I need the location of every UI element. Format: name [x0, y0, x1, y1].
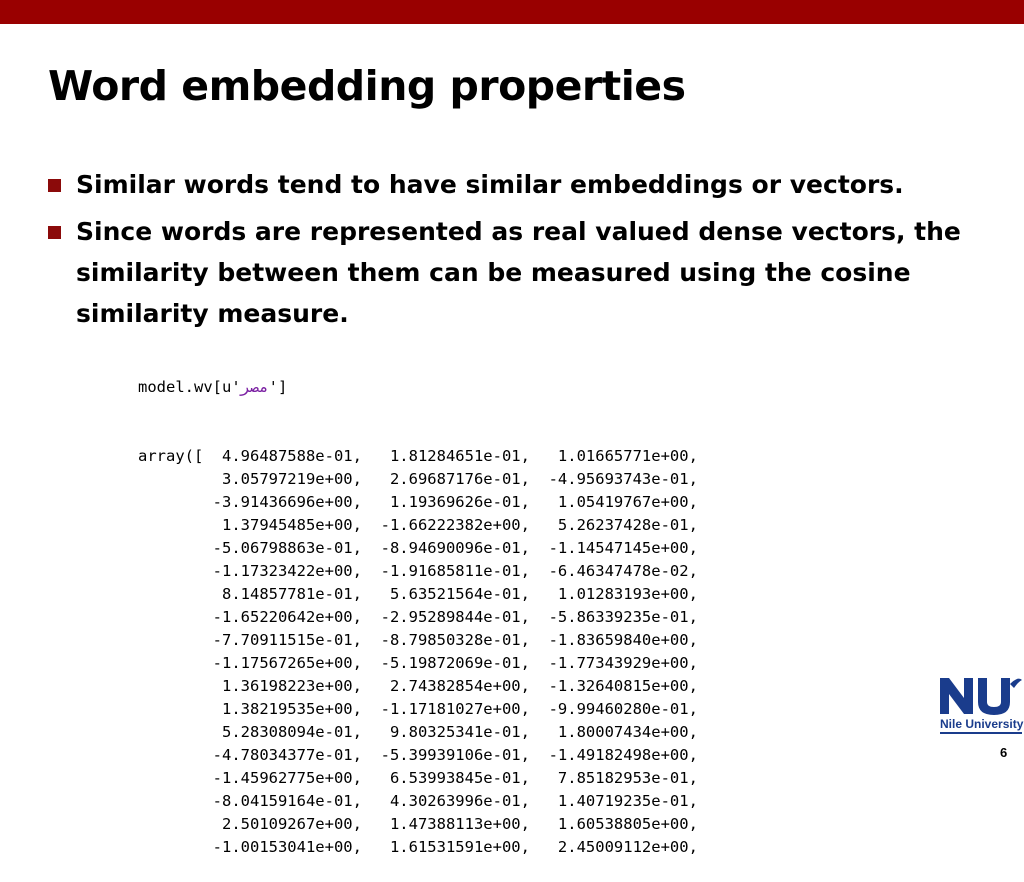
logo-underline [940, 732, 1022, 734]
array-output-line: -7.70911515e-01, -8.79850328e-01, -1.836… [138, 631, 698, 649]
array-output-line: 1.37945485e+00, -1.66222382e+00, 5.26237… [138, 516, 698, 534]
code-call-prefix: model.wv[u' [138, 378, 241, 396]
array-output-line: array([ 4.96487588e-01, 1.81284651e-01, … [138, 447, 698, 465]
array-output-line: -1.17323422e+00, -1.91685811e-01, -6.463… [138, 562, 698, 580]
logo-text: Nile University [940, 717, 1024, 731]
nile-university-logo: Nile University [938, 674, 1024, 736]
bullet-text: Similar words tend to have similar embed… [76, 170, 904, 199]
array-output-line: -1.45962775e+00, 6.53993845e-01, 7.85182… [138, 769, 698, 787]
square-bullet-icon [48, 226, 61, 239]
array-output-line: -1.17567265e+00, -5.19872069e-01, -1.773… [138, 654, 698, 672]
bullet-text: Since words are represented as real valu… [76, 217, 961, 328]
bullet-item: Since words are represented as real valu… [48, 211, 978, 334]
nu-logo-mark-icon [940, 678, 1022, 715]
arabic-word-token: مصر [240, 378, 269, 396]
top-banner-bar [0, 0, 1024, 24]
array-output-line: -8.04159164e-01, 4.30263996e-01, 1.40719… [138, 792, 698, 810]
page-number: 6 [1000, 745, 1008, 760]
array-output-line: 1.38219535e+00, -1.17181027e+00, -9.9946… [138, 700, 698, 718]
code-snippet: model.wv[u'مصر'] array([ 4.96487588e-01,… [138, 330, 698, 882]
square-bullet-icon [48, 179, 61, 192]
array-output-line: 3.05797219e+00, 2.69687176e-01, -4.95693… [138, 470, 698, 488]
array-output-line: 1.36198223e+00, 2.74382854e+00, -1.32640… [138, 677, 698, 695]
array-output-line: 5.28308094e-01, 9.80325341e-01, 1.800074… [138, 723, 698, 741]
bullet-item: Similar words tend to have similar embed… [48, 164, 978, 205]
slide-title: Word embedding properties [48, 62, 686, 110]
array-output: array([ 4.96487588e-01, 1.81284651e-01, … [138, 445, 698, 859]
array-output-line: -5.06798863e-01, -8.94690096e-01, -1.145… [138, 539, 698, 557]
array-output-line: -1.65220642e+00, -2.95289844e-01, -5.863… [138, 608, 698, 626]
array-output-line: 2.50109267e+00, 1.47388113e+00, 1.605388… [138, 815, 698, 833]
code-call-suffix: '] [268, 378, 288, 396]
array-output-line: -3.91436696e+00, 1.19369626e-01, 1.05419… [138, 493, 698, 511]
array-output-line: -1.00153041e+00, 1.61531591e+00, 2.45009… [138, 838, 698, 856]
array-output-line: 8.14857781e-01, 5.63521564e-01, 1.012831… [138, 585, 698, 603]
array-output-line: -4.78034377e-01, -5.39939106e-01, -1.491… [138, 746, 698, 764]
bullet-list: Similar words tend to have similar embed… [48, 164, 978, 340]
code-call-line: model.wv[u'مصر'] [138, 376, 698, 399]
